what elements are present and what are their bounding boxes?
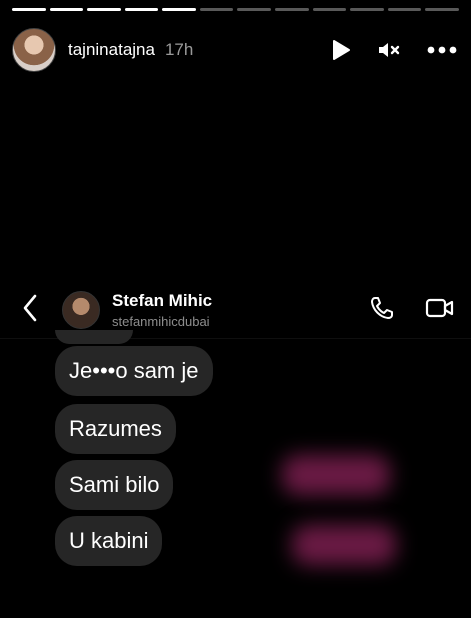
story-progress-segment bbox=[425, 8, 459, 11]
story-progress-segment bbox=[275, 8, 309, 11]
message-bubble[interactable]: Sami bilo bbox=[55, 460, 174, 510]
mute-icon[interactable] bbox=[377, 40, 401, 60]
story-progress-segment bbox=[312, 8, 347, 11]
video-icon[interactable] bbox=[425, 297, 455, 324]
play-icon[interactable] bbox=[331, 39, 351, 61]
more-icon[interactable] bbox=[427, 46, 457, 54]
chat-actions bbox=[369, 295, 455, 326]
message-bubble[interactable]: Je•••o sam je bbox=[55, 346, 213, 396]
contact-name: Stefan Mihic bbox=[112, 291, 213, 310]
back-icon[interactable] bbox=[22, 294, 44, 327]
story-progress-segment bbox=[124, 8, 159, 11]
story-username[interactable]: tajninatajna bbox=[68, 40, 155, 60]
message-bubble[interactable]: Razumes bbox=[55, 404, 176, 454]
story-time: 17h bbox=[164, 40, 194, 59]
story-progress-segment bbox=[12, 8, 46, 11]
message-bubble-partial bbox=[55, 330, 133, 344]
redacted-message bbox=[292, 525, 396, 565]
phone-icon[interactable] bbox=[369, 295, 395, 326]
story-progress bbox=[12, 8, 459, 11]
contact-handle: stefanmihicdubai bbox=[112, 314, 210, 329]
story-controls bbox=[331, 39, 457, 61]
story-progress-segment bbox=[237, 8, 272, 11]
story-progress-segment bbox=[387, 8, 422, 11]
redacted-message bbox=[282, 455, 390, 495]
story-progress-segment bbox=[162, 8, 196, 11]
story-avatar[interactable] bbox=[12, 28, 56, 72]
story-progress-segment bbox=[199, 8, 234, 11]
message-bubble[interactable]: U kabini bbox=[55, 516, 163, 566]
story-progress-segment bbox=[87, 8, 121, 11]
story-header: tajninatajna 17h bbox=[12, 26, 457, 74]
contact-avatar[interactable] bbox=[62, 291, 100, 329]
story-progress-segment bbox=[350, 8, 384, 11]
story-progress-segment bbox=[49, 8, 84, 11]
contact-info[interactable]: Stefan Mihic stefanmihicdubai bbox=[112, 291, 212, 329]
